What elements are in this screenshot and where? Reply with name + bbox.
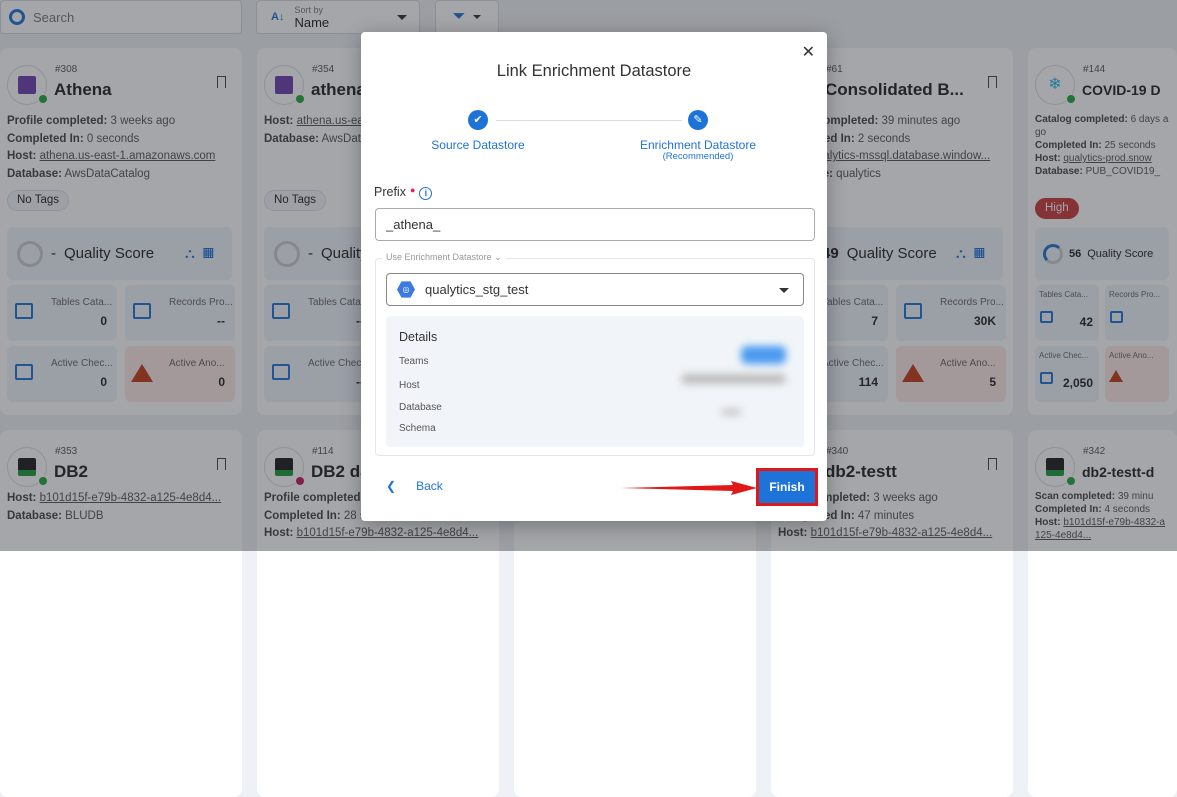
back-button[interactable]: ❮ Back xyxy=(386,479,443,493)
step-label: Enrichment Datastore xyxy=(639,138,757,152)
datastore-details: Details Teams Host Database Schema xyxy=(386,316,804,447)
prefix-label-text: Prefix xyxy=(374,185,406,199)
blurred-database-value xyxy=(721,408,741,416)
step-label: Source Datastore xyxy=(431,138,525,152)
info-icon[interactable]: i xyxy=(419,187,433,200)
link-enrichment-modal: ✕ Link Enrichment Datastore ✔ Source Dat… xyxy=(361,32,827,521)
pencil-icon: ✎ xyxy=(688,110,708,130)
required-indicator: ● xyxy=(409,185,416,195)
details-database-label: Database xyxy=(399,402,442,413)
prefix-input[interactable] xyxy=(375,208,815,241)
back-label: Back xyxy=(416,479,443,493)
details-schema-label: Schema xyxy=(399,423,436,434)
caret-down-icon xyxy=(779,288,789,293)
enrichment-datastore-section: Use Enrichment Datastore ⌄ ◎ qualytics_s… xyxy=(375,252,815,456)
selected-datastore: qualytics_stg_test xyxy=(425,282,529,297)
details-title: Details xyxy=(399,330,438,344)
chevron-down-icon: ⌄ xyxy=(494,252,502,262)
prefix-label: Prefix ● i xyxy=(374,185,433,200)
legend-text: Use Enrichment Datastore xyxy=(386,252,492,262)
bigquery-icon: ◎ xyxy=(397,281,415,298)
step-source-datastore: ✔ Source Datastore xyxy=(398,110,558,152)
check-icon: ✔ xyxy=(468,110,488,130)
blurred-host-value xyxy=(681,374,786,384)
blurred-team-badge xyxy=(741,346,786,364)
finish-button[interactable]: Finish xyxy=(756,468,818,506)
red-arrow-annotation xyxy=(621,481,757,495)
close-icon[interactable]: ✕ xyxy=(802,42,815,62)
step-sublabel: (Recommended) xyxy=(662,151,734,162)
modal-title: Link Enrichment Datastore xyxy=(496,62,692,80)
step-enrichment-datastore: ✎ Enrichment Datastore (Recommended) xyxy=(618,110,778,162)
chevron-left-icon: ❮ xyxy=(386,479,397,493)
enrichment-datastore-select[interactable]: ◎ qualytics_stg_test xyxy=(386,273,804,306)
details-teams-label: Teams xyxy=(399,356,429,367)
use-enrichment-toggle[interactable]: Use Enrichment Datastore ⌄ xyxy=(382,252,506,263)
details-host-label: Host xyxy=(399,380,420,391)
